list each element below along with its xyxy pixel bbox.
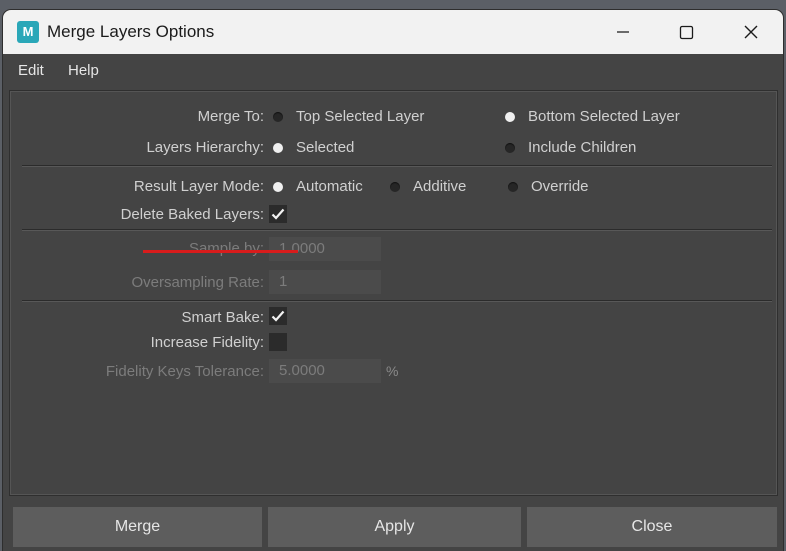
radio-label: Override bbox=[531, 178, 589, 195]
radio-indicator bbox=[390, 181, 400, 192]
menu-help[interactable]: Help bbox=[68, 62, 99, 79]
minimize-button[interactable] bbox=[593, 10, 653, 54]
maximize-icon bbox=[679, 25, 693, 39]
radio-indicator bbox=[273, 111, 283, 122]
close-icon bbox=[744, 25, 758, 39]
apply-button[interactable]: Apply bbox=[268, 507, 521, 547]
radio-label: Bottom Selected Layer bbox=[528, 108, 680, 125]
merge-to-top-radio[interactable]: Top Selected Layer bbox=[273, 108, 424, 125]
hierarchy-include-children-radio[interactable]: Include Children bbox=[505, 139, 636, 156]
radio-indicator bbox=[508, 181, 518, 192]
percent-unit: % bbox=[386, 363, 399, 379]
menu-edit[interactable]: Edit bbox=[18, 62, 44, 79]
merge-button[interactable]: Merge bbox=[13, 507, 262, 547]
radio-label: Top Selected Layer bbox=[296, 108, 425, 125]
checkmark-icon bbox=[271, 310, 285, 322]
close-button[interactable]: Close bbox=[527, 507, 777, 547]
layers-hierarchy-label: Layers Hierarchy: bbox=[146, 139, 264, 156]
increase-fidelity-checkbox[interactable] bbox=[269, 333, 287, 351]
sample-by-label: Sample by: bbox=[188, 240, 264, 257]
separator bbox=[22, 229, 772, 231]
separator bbox=[22, 165, 772, 167]
radio-label: Include Children bbox=[528, 139, 637, 156]
smart-bake-label: Smart Bake: bbox=[181, 309, 264, 326]
fidelity-keys-tolerance-field[interactable]: 5.0000 bbox=[269, 359, 381, 383]
radio-label: Selected bbox=[296, 139, 355, 156]
maya-app-icon: M bbox=[17, 21, 39, 43]
options-panel: Merge To: Top Selected Layer Bottom Sele… bbox=[9, 90, 778, 496]
radio-indicator bbox=[505, 142, 515, 153]
increase-fidelity-label: Increase Fidelity: bbox=[150, 334, 264, 351]
delete-baked-layers-checkbox[interactable] bbox=[269, 205, 287, 223]
radio-label: Additive bbox=[413, 178, 467, 195]
merge-to-bottom-radio[interactable]: Bottom Selected Layer bbox=[505, 108, 680, 125]
oversampling-rate-label: Oversampling Rate: bbox=[131, 274, 264, 291]
smart-bake-checkbox[interactable] bbox=[269, 307, 287, 325]
mode-automatic-radio[interactable]: Automatic bbox=[273, 178, 363, 195]
window-title: Merge Layers Options bbox=[47, 22, 215, 41]
minimize-icon bbox=[617, 31, 629, 33]
radio-label: Automatic bbox=[296, 178, 363, 195]
radio-indicator bbox=[273, 142, 283, 153]
oversampling-rate-field[interactable]: 1 bbox=[269, 270, 381, 294]
mode-additive-radio[interactable]: Additive bbox=[390, 178, 466, 195]
red-annotation-underline bbox=[143, 250, 298, 253]
result-layer-mode-label: Result Layer Mode: bbox=[133, 178, 264, 195]
merge-layers-options-window: M Merge Layers Options Edit Help Merge T… bbox=[3, 10, 783, 551]
merge-to-label: Merge To: bbox=[197, 108, 264, 125]
radio-indicator bbox=[273, 181, 283, 192]
radio-indicator bbox=[505, 111, 515, 122]
hierarchy-selected-radio[interactable]: Selected bbox=[273, 139, 354, 156]
delete-baked-layers-label: Delete Baked Layers: bbox=[120, 206, 264, 223]
menu-bar: Edit Help bbox=[3, 54, 783, 86]
checkmark-icon bbox=[271, 208, 285, 220]
fidelity-keys-tolerance-label: Fidelity Keys Tolerance: bbox=[105, 363, 264, 380]
close-window-button[interactable] bbox=[721, 10, 781, 54]
separator bbox=[22, 300, 772, 302]
mode-override-radio[interactable]: Override bbox=[508, 178, 589, 195]
sample-by-field[interactable]: 1.0000 bbox=[269, 237, 381, 261]
maximize-button[interactable] bbox=[656, 10, 716, 54]
title-bar: M Merge Layers Options bbox=[3, 10, 783, 54]
